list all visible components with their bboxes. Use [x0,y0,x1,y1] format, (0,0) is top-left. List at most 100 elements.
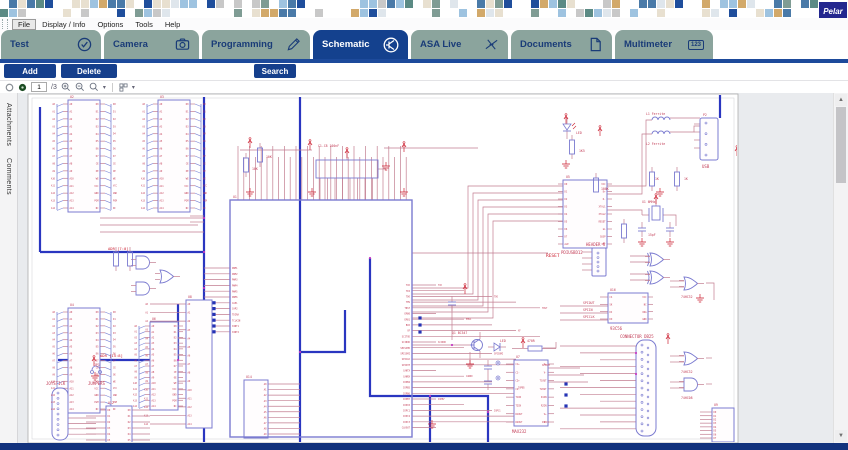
mosaic-square [234,0,242,8]
svg-text:74HC32: 74HC32 [681,370,693,374]
mosaic-square [162,9,170,17]
svg-text:74HC08: 74HC08 [681,396,693,400]
mosaic-square [126,9,134,17]
mosaic-square [666,9,674,17]
page-layout-icon[interactable] [119,83,128,92]
vertical-scrollbar[interactable]: ▲ ▼ [833,93,848,443]
tab-camera[interactable]: Camera [104,30,199,59]
mosaic-square [72,9,80,17]
svg-text:A13: A13 [152,399,157,402]
menu-options[interactable]: Options [91,19,129,30]
schematic-canvas[interactable]: A0A0D0D0A1A1D1D1A2A2D2D2A3A3D3D3A4A4D4D4… [18,93,833,443]
svg-text:PWM5: PWM5 [232,290,238,293]
svg-text:XINT1: XINT1 [232,325,240,328]
camera-icon [175,37,190,52]
svg-text:SPICLK: SPICLK [583,315,595,319]
mosaic-square [567,9,575,17]
mosaic-square [117,0,125,8]
side-tab-attachments[interactable]: Attachments [5,103,12,146]
mosaic-square [432,0,440,8]
mosaic-square [387,9,395,17]
svg-text:GND: GND [94,192,99,195]
mosaic-square [513,9,521,17]
svg-text:A12: A12 [188,406,193,409]
mosaic-square [171,0,179,8]
svg-text:A13: A13 [141,200,146,203]
mosaic-square [675,0,683,8]
svg-text:PWM6: PWM6 [232,296,238,299]
mosaic-square [594,0,602,8]
menu-help[interactable]: Help [159,19,186,30]
tab-programming[interactable]: Programming [202,30,310,59]
mosaic-square [171,9,179,17]
svg-text:A14: A14 [51,207,56,210]
mosaic-square [630,0,638,8]
svg-text:R1IN: R1IN [541,396,547,399]
menu-file[interactable]: File [12,19,36,30]
svg-text:GND: GND [172,394,177,397]
svg-text:U5: U5 [566,175,570,179]
page-number-input[interactable] [31,82,47,92]
svg-text:IOPB4: IOPB4 [403,381,411,384]
zoom-out-icon[interactable] [75,82,85,92]
mosaic-square [99,0,107,8]
mosaic-square [207,9,215,17]
mosaic-square [225,9,233,17]
mosaic-square [369,0,377,8]
mosaic-square [792,9,800,17]
svg-text:PGM: PGM [203,200,208,203]
mosaic-square [63,0,71,8]
menu-tools[interactable]: Tools [129,19,159,30]
mosaic-square [405,0,413,8]
search-button[interactable]: Search [254,64,296,78]
scroll-up-icon[interactable]: ▲ [835,94,847,106]
tab-test[interactable]: Test [1,30,101,59]
mosaic-square [702,9,710,17]
mosaic-square [756,0,764,8]
scrollbar-thumb[interactable] [836,107,846,183]
svg-text:IOPB5: IOPB5 [403,387,411,390]
svg-text:USB: USB [702,164,710,169]
mosaic-square [648,0,656,8]
tab-schematic[interactable]: Schematic [313,30,408,59]
mosaic-square [153,9,161,17]
delete-button[interactable]: Delete [61,64,117,78]
svg-text:IOPC2: IOPC2 [403,415,411,418]
mosaic-square [441,0,449,8]
tab-asa-live[interactable]: ASA Live [411,30,508,59]
svg-text:15pF: 15pF [648,233,656,237]
svg-text:A12: A12 [70,192,75,195]
next-page-icon[interactable] [18,83,27,92]
side-tab-comments[interactable]: Comments [5,158,12,195]
svg-text:A13: A13 [51,401,56,404]
menu-display-info[interactable]: Display / Info [36,19,91,30]
mosaic-square [738,9,746,17]
tab-multimeter[interactable]: Multimeter 123 [615,30,713,59]
svg-text:L1 Ferrite: L1 Ferrite [646,112,665,116]
mosaic-square [54,9,62,17]
mosaic-square [558,9,566,17]
mosaic-square [144,9,152,17]
mosaic-square [801,9,809,17]
zoom-dropdown-caret[interactable]: ▾ [103,84,106,91]
zoom-select-icon[interactable] [89,82,99,92]
svg-text:C2+: C2+ [516,380,521,383]
layout-dropdown-caret[interactable]: ▾ [132,84,135,91]
svg-text:IOPC0: IOPC0 [403,404,411,407]
zoom-in-icon[interactable] [61,82,71,92]
svg-text:VCC: VCC [203,185,208,188]
mosaic-square [279,9,287,17]
mosaic-square [468,9,476,17]
svg-text:EMU1: EMU1 [466,318,472,321]
svg-text:VCC: VCC [642,296,647,299]
mosaic-square [90,0,98,8]
mosaic-square [27,9,35,17]
mosaic-square [198,0,206,8]
svg-text:SPISIMO: SPISIMO [400,347,410,350]
tab-label: Programming [211,39,273,50]
add-button[interactable]: Add [4,64,56,78]
prev-page-icon[interactable] [5,83,14,92]
tab-documents[interactable]: Documents [511,30,612,59]
mosaic-square [45,0,53,8]
scroll-down-icon[interactable]: ▼ [835,430,847,442]
